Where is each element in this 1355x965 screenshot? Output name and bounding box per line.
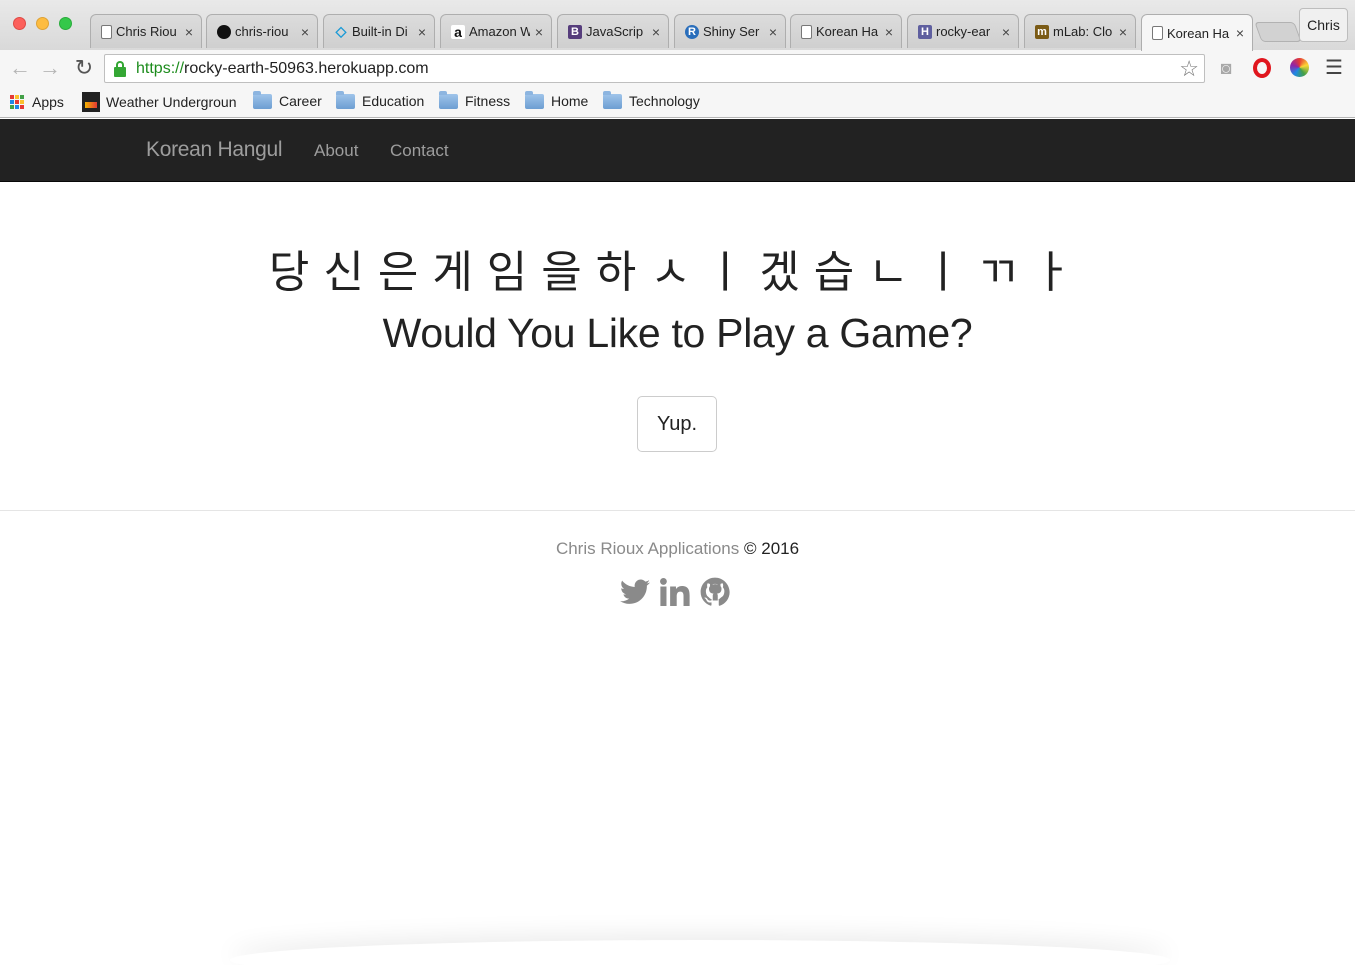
close-tab-icon[interactable]: × [1117, 24, 1129, 40]
tab-title: chris-riou [235, 24, 289, 39]
twitter-icon[interactable] [620, 579, 650, 605]
browser-tab[interactable]: ◇ Built-in Di × [323, 14, 435, 48]
tab-title: Built-in Di [352, 24, 408, 39]
nav-link-about[interactable]: About [314, 141, 358, 161]
tab-title: Korean Ha [816, 24, 879, 39]
bookmark-folder-technology[interactable]: Technology [603, 90, 700, 109]
close-tab-icon[interactable]: × [416, 24, 428, 40]
bookmark-label: Career [279, 93, 322, 109]
nav-link-contact[interactable]: Contact [390, 141, 449, 161]
menu-icon[interactable]: ☰ [1323, 57, 1345, 79]
bookmark-label: Fitness [465, 93, 511, 109]
page-icon [101, 24, 112, 39]
yup-button[interactable]: Yup. [637, 396, 717, 452]
close-window-button[interactable] [13, 17, 26, 30]
mlab-icon: m [1035, 24, 1049, 39]
site-navbar: Korean Hangul About Contact [0, 119, 1355, 182]
url-scheme: https:// [136, 59, 185, 77]
folder-icon [336, 90, 355, 109]
bookmark-label: Home [551, 93, 589, 109]
heroku-icon: H [918, 24, 932, 39]
close-tab-icon[interactable]: × [883, 24, 895, 40]
close-tab-icon[interactable]: × [1234, 25, 1246, 41]
address-bar[interactable]: https://rocky-earth-50963.herokuapp.com … [104, 54, 1205, 83]
tab-title: Korean Ha [1167, 25, 1230, 41]
close-tab-icon[interactable]: × [533, 24, 545, 40]
bookmark-label: Apps [32, 94, 64, 110]
bookmark-folder-education[interactable]: Education [336, 90, 425, 109]
r-icon: R [685, 24, 699, 39]
bookmark-folder-career[interactable]: Career [253, 90, 322, 109]
browser-tab-strip: Chris Riou × chris-riou × ◇ Built-in Di … [0, 0, 1355, 51]
back-arrow-icon[interactable]: ← [8, 57, 32, 79]
close-tab-icon[interactable]: × [299, 24, 311, 40]
camera-icon[interactable]: ◙ [1215, 57, 1237, 79]
browser-toolbar: ← → ↻ https://rocky-earth-50963.herokuap… [0, 50, 1355, 87]
close-tab-icon[interactable]: × [1000, 24, 1012, 40]
color-wheel-icon[interactable] [1288, 57, 1310, 79]
folder-icon [439, 90, 458, 109]
bookmark-label: Education [362, 93, 425, 109]
tab-title: Shiny Ser [703, 24, 760, 39]
github-icon [217, 24, 231, 39]
browser-tab[interactable]: Chris Riou × [90, 14, 202, 48]
bookmarks-bar: Apps Weather Undergroun Career Education… [0, 87, 1355, 118]
page-headline: Would You Like to Play a Game? [382, 310, 973, 356]
tab-title: Chris Riou [116, 24, 177, 39]
bookmark-star-icon[interactable]: ☆ [1179, 56, 1199, 82]
browser-tab[interactable]: m mLab: Clo × [1024, 14, 1136, 48]
github-icon[interactable] [700, 577, 730, 607]
code-icon: ◇ [335, 23, 347, 39]
reload-icon[interactable]: ↻ [72, 57, 96, 79]
apps-grid-icon [10, 95, 24, 109]
browser-tab[interactable]: R Shiny Ser × [674, 14, 786, 48]
browser-tab[interactable]: H rocky-ear × [907, 14, 1019, 48]
close-tab-icon[interactable]: × [650, 24, 662, 40]
browser-tab[interactable]: Korean Ha × [790, 14, 902, 48]
lock-icon [113, 60, 127, 77]
browser-tab[interactable]: a Amazon W × [440, 14, 552, 48]
navbar-brand[interactable]: Korean Hangul [146, 138, 283, 162]
window-bottom-shadow [230, 940, 1170, 965]
browser-tab-active[interactable]: Korean Ha × [1141, 14, 1253, 51]
tab-title: mLab: Clo [1053, 24, 1113, 39]
footer-copyright: © 2016 [743, 539, 800, 558]
bookmark-label: Weather Undergroun [106, 94, 237, 110]
footer-credit: Chris Rioux Applications © 2016 [0, 539, 1355, 559]
tab-title: Amazon W [469, 24, 530, 39]
footer-name-link[interactable]: Chris Rioux Applications [556, 539, 739, 558]
minimize-window-button[interactable] [36, 17, 49, 30]
bookmark-weather-underground[interactable]: Weather Undergroun [82, 92, 236, 112]
folder-icon [253, 90, 272, 109]
tab-title: rocky-ear [936, 24, 991, 39]
bootstrap-icon: B [568, 24, 582, 39]
korean-title: 당신은게임을하ㅅㅣ겠습ㄴㅣㄲㅏ [268, 247, 1087, 298]
url-host: rocky-earth-50963.herokuapp.com [184, 59, 429, 77]
bookmark-apps[interactable]: Apps [10, 94, 64, 110]
browser-tab[interactable]: B JavaScrip × [557, 14, 669, 48]
close-tab-icon[interactable]: × [183, 24, 195, 40]
page-icon [1152, 26, 1163, 40]
bookmark-folder-fitness[interactable]: Fitness [439, 90, 511, 109]
tab-title: JavaScrip [586, 24, 644, 39]
weather-underground-icon [82, 92, 100, 112]
amazon-icon: a [451, 24, 465, 40]
opera-icon[interactable] [1251, 57, 1273, 79]
folder-icon [603, 90, 622, 109]
browser-tab[interactable]: chris-riou × [206, 14, 318, 48]
bookmark-label: Technology [629, 93, 700, 109]
linkedin-icon[interactable] [660, 578, 690, 606]
folder-icon [525, 90, 544, 109]
footer-divider [0, 510, 1355, 511]
new-tab-button[interactable] [1254, 22, 1302, 42]
close-tab-icon[interactable]: × [767, 24, 779, 40]
page-icon [801, 24, 812, 39]
profile-button[interactable]: Chris [1299, 8, 1348, 42]
maximize-window-button[interactable] [59, 17, 72, 30]
bookmark-folder-home[interactable]: Home [525, 90, 589, 109]
forward-arrow-icon[interactable]: → [38, 57, 62, 79]
social-links [620, 574, 740, 610]
